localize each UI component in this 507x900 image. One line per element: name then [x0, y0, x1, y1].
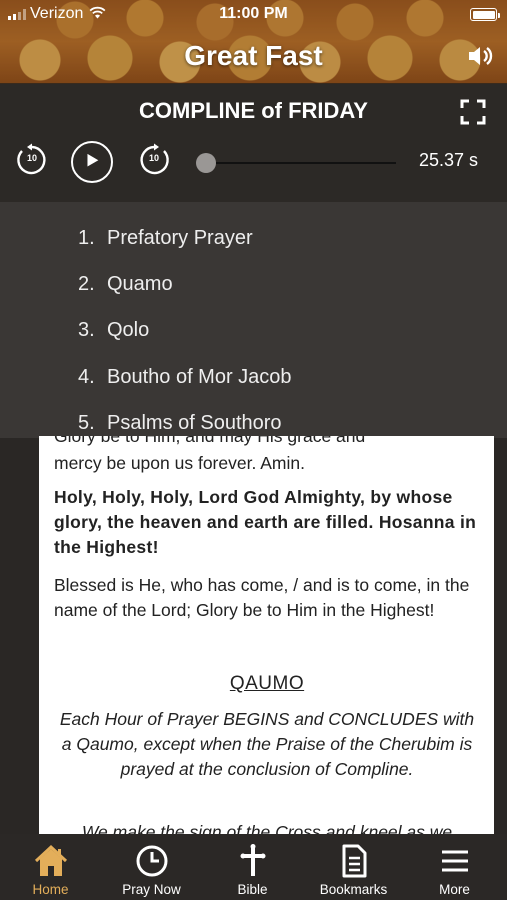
status-bar: Verizon 11:00 PM — [0, 0, 507, 30]
list-item[interactable]: 2. Quamo — [78, 273, 173, 296]
item-number: 5. — [78, 412, 95, 434]
item-number: 1. — [78, 227, 95, 249]
paragraph-blessed: Blessed is He, who has come, / and is to… — [54, 575, 470, 620]
fullscreen-icon[interactable] — [459, 98, 487, 126]
menu-icon — [441, 850, 468, 872]
tab-label: Bookmarks — [319, 882, 388, 897]
section-heading-wrap: QAUMO — [54, 671, 480, 696]
tab-label: More — [439, 882, 470, 897]
forward-seconds: 10 — [148, 153, 159, 163]
paragraph-amin: mercy be upon us forever. Amin. — [54, 453, 305, 473]
tab-bible[interactable]: Bible — [202, 834, 303, 900]
play-icon — [87, 153, 99, 167]
bottom-tab-bar: Home Pray Now Bible Bookmarks More — [0, 834, 507, 900]
tab-home[interactable]: Home — [0, 834, 101, 900]
list-item[interactable]: 4. Boutho of Mor Jacob — [78, 366, 292, 389]
item-number: 2. — [78, 273, 95, 295]
audio-player: COMPLINE of FRIDAY 10 10 25.37 s — [0, 84, 507, 202]
instruction-text: Each Hour of Prayer BEGINS and CONCLUDES… — [59, 709, 475, 779]
partial-text-top: Glory be to Him, and may His grace and — [54, 436, 366, 446]
service-title: COMPLINE of FRIDAY — [139, 98, 368, 123]
tab-label: Home — [32, 882, 69, 897]
item-label: Qolo — [107, 319, 150, 341]
play-button[interactable] — [71, 141, 113, 183]
app-title: Great Fast — [184, 40, 323, 71]
app-header: Verizon 11:00 PM Great Fast — [0, 0, 507, 84]
tab-pray-now[interactable]: Pray Now — [101, 834, 202, 900]
battery-icon — [470, 8, 500, 21]
tab-more[interactable]: More — [404, 834, 505, 900]
item-label: Psalms of Southoro — [107, 412, 282, 434]
list-item[interactable]: 5. Psalms of Southoro — [78, 412, 282, 435]
list-item[interactable]: 1. Prefatory Prayer — [78, 227, 253, 250]
duration-label: 25.37 s — [418, 150, 478, 170]
tab-label: Bible — [237, 882, 268, 897]
section-heading: QAUMO — [229, 673, 305, 694]
forward-10-button[interactable]: 10 — [136, 142, 172, 178]
seek-slider-thumb[interactable] — [196, 153, 216, 173]
item-number: 4. — [78, 366, 95, 388]
status-time: 11:00 PM — [219, 5, 288, 22]
item-label: Prefatory Prayer — [107, 227, 253, 249]
item-label: Quamo — [107, 273, 173, 295]
document-icon — [342, 844, 366, 878]
tab-bookmarks[interactable]: Bookmarks — [303, 834, 404, 900]
item-label: Boutho of Mor Jacob — [107, 366, 292, 388]
section-list: 1. Prefatory Prayer 2. Quamo 3. Qolo 4. Bout… — [0, 202, 507, 438]
rewind-10-button[interactable]: 10 — [14, 142, 50, 178]
paragraph-holy: Holy, Holy, Holy, Lord God Almighty, by … — [54, 487, 477, 557]
partial-text-bottom: We make the sign of the Cross and kneel … — [81, 822, 453, 834]
list-item[interactable]: 3. Qolo — [78, 319, 149, 342]
home-icon — [34, 844, 67, 876]
item-number: 3. — [78, 319, 95, 341]
tab-label: Pray Now — [122, 882, 181, 897]
cross-icon — [240, 844, 265, 876]
prayer-text-card[interactable]: Glory be to Him, and may His grace and m… — [39, 436, 494, 834]
clock-icon — [136, 845, 167, 877]
seek-slider-track[interactable] — [206, 162, 396, 164]
speaker-icon[interactable] — [465, 42, 497, 70]
rewind-seconds: 10 — [26, 153, 37, 163]
